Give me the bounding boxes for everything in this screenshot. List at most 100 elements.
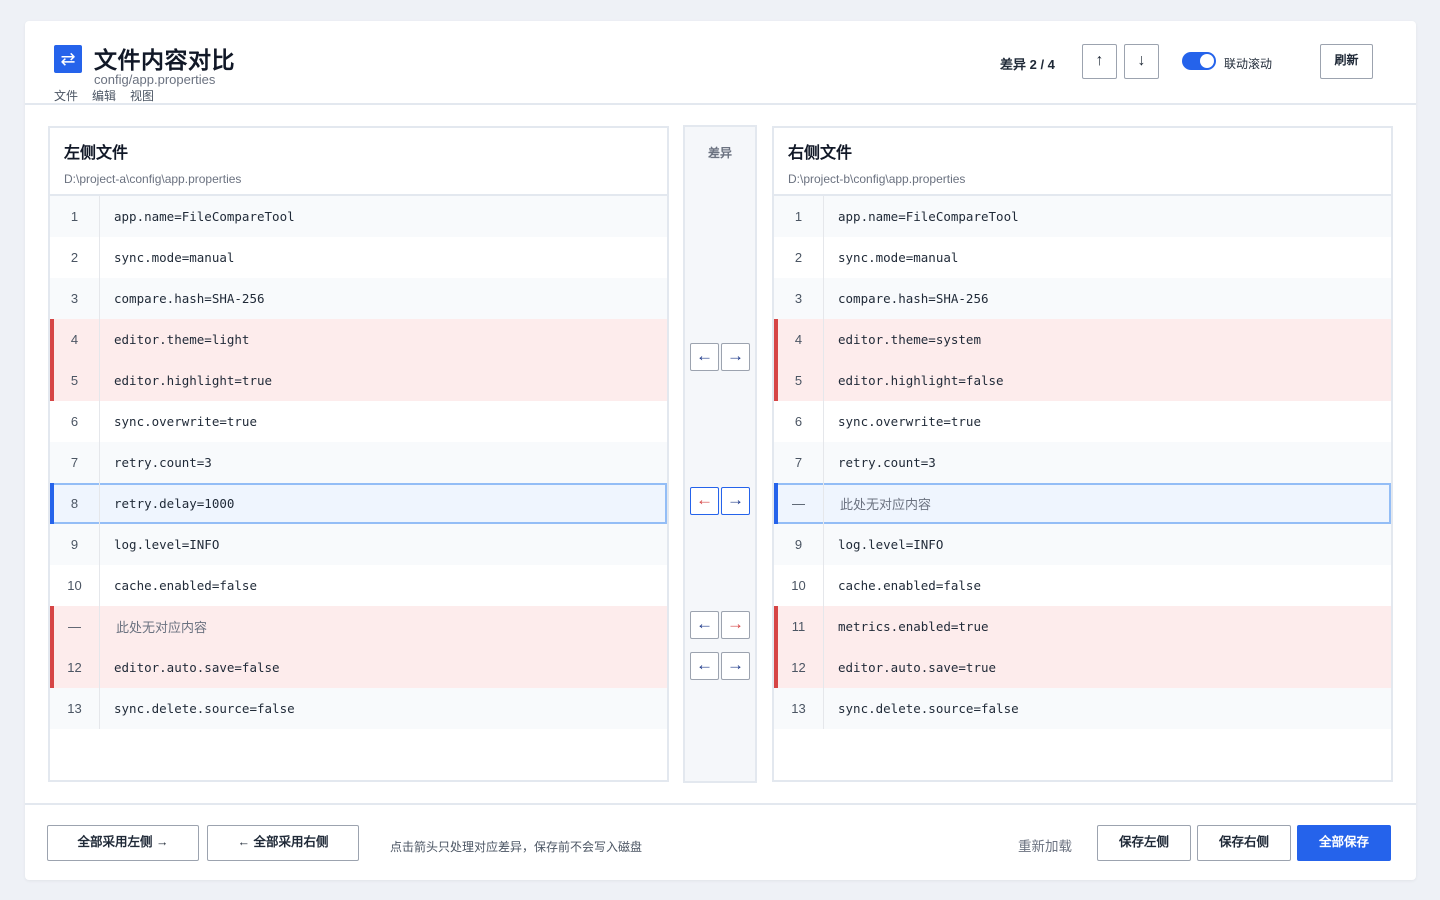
- line-number: 9: [50, 524, 100, 565]
- sync-scroll-label: 联动滚动: [1224, 57, 1273, 71]
- header: ⇄ 文件内容对比 config/app.properties 文件 编辑 视图 …: [25, 21, 1416, 105]
- refresh-button[interactable]: 刷新: [1320, 44, 1373, 79]
- code-line[interactable]: 11 metrics.enabled=true: [774, 606, 1391, 647]
- code-line[interactable]: 6 sync.overwrite=true: [774, 401, 1391, 442]
- code-line[interactable]: 3 compare.hash=SHA-256: [50, 278, 667, 319]
- line-text: sync.delete.source=false: [114, 701, 295, 716]
- line-number: —: [774, 483, 824, 524]
- line-text: editor.highlight=true: [114, 373, 273, 388]
- accept-all-left-button[interactable]: 全部采用左侧 →: [47, 825, 199, 861]
- arrow-right-icon: →: [727, 490, 744, 509]
- menu-item-view[interactable]: 视图: [130, 87, 154, 104]
- line-number: 2: [50, 237, 100, 278]
- line-number: 11: [774, 606, 824, 647]
- line-text: metrics.enabled=true: [838, 619, 989, 634]
- line-text: compare.hash=SHA-256: [114, 291, 265, 306]
- line-number: 5: [50, 360, 100, 401]
- menu-item-file[interactable]: 文件: [54, 87, 78, 104]
- code-line[interactable]: 7 retry.count=3: [50, 442, 667, 483]
- line-text: editor.theme=system: [838, 332, 981, 347]
- line-number: 1: [50, 196, 100, 237]
- hint-text: 点击箭头只处理对应差异，保存前不会写入磁盘: [390, 840, 643, 854]
- apply-right-to-left-button[interactable]: ←: [690, 343, 719, 371]
- page-title: 文件内容对比: [94, 47, 235, 73]
- apply-left-to-right-button[interactable]: →: [721, 343, 750, 371]
- code-line[interactable]: 13 sync.delete.source=false: [50, 688, 667, 729]
- code-line[interactable]: 2 sync.mode=manual: [774, 237, 1391, 278]
- right-file-path: D:\project-b\config\app.properties: [788, 172, 966, 186]
- apply-left-to-right-button[interactable]: →: [721, 611, 750, 639]
- line-text: app.name=FileCompareTool: [838, 209, 1019, 224]
- code-line[interactable]: 5 editor.highlight=false: [774, 360, 1391, 401]
- left-code-lines: 1 app.name=FileCompareTool 2 sync.mode=manu…: [50, 196, 667, 729]
- code-line[interactable]: 1 app.name=FileCompareTool: [774, 196, 1391, 237]
- code-line[interactable]: 4 editor.theme=light: [50, 319, 667, 360]
- accept-all-right-button[interactable]: ← 全部采用右侧: [207, 825, 359, 861]
- left-panel-title: 左侧文件: [64, 145, 129, 162]
- code-line[interactable]: 12 editor.auto.save=true: [774, 647, 1391, 688]
- code-line[interactable]: 9 log.level=INFO: [50, 524, 667, 565]
- line-number: —: [50, 606, 100, 647]
- line-number: 10: [774, 565, 824, 606]
- line-text: retry.count=3: [114, 455, 212, 470]
- save-all-button[interactable]: 全部保存: [1297, 825, 1391, 861]
- code-line[interactable]: 6 sync.overwrite=true: [50, 401, 667, 442]
- apply-right-to-left-button[interactable]: ←: [690, 611, 719, 639]
- line-text: log.level=INFO: [838, 537, 944, 552]
- diff-actions-4: ← →: [690, 652, 750, 680]
- code-line[interactable]: 7 retry.count=3: [774, 442, 1391, 483]
- code-line[interactable]: 3 compare.hash=SHA-256: [774, 278, 1391, 319]
- line-number: 12: [774, 647, 824, 688]
- apply-left-to-right-button[interactable]: →: [721, 487, 750, 515]
- toggle-knob: [1200, 54, 1214, 68]
- code-line[interactable]: 10 cache.enabled=false: [50, 565, 667, 606]
- line-text: editor.auto.save=true: [838, 660, 997, 675]
- code-line[interactable]: — 此处无对应内容: [774, 483, 1391, 524]
- reload-link[interactable]: 重新加载: [1018, 835, 1072, 855]
- diff-actions-3: ← →: [690, 611, 750, 639]
- line-number: 8: [50, 483, 100, 524]
- empty-line-placeholder: 此处无对应内容: [116, 620, 208, 635]
- menu-item-edit[interactable]: 编辑: [92, 87, 116, 104]
- sync-scroll-toggle[interactable]: [1182, 52, 1216, 70]
- save-right-button[interactable]: 保存右侧: [1197, 825, 1291, 861]
- line-number: 7: [50, 442, 100, 483]
- code-line[interactable]: 12 editor.auto.save=false: [50, 647, 667, 688]
- empty-line-placeholder: 此处无对应内容: [840, 497, 932, 512]
- code-line[interactable]: 8 retry.delay=1000: [50, 483, 667, 524]
- code-line[interactable]: 1 app.name=FileCompareTool: [50, 196, 667, 237]
- line-text: cache.enabled=false: [838, 578, 981, 593]
- diff-actions-1: ← →: [690, 343, 750, 371]
- code-line[interactable]: 5 editor.highlight=true: [50, 360, 667, 401]
- apply-right-to-left-button[interactable]: ←: [690, 652, 719, 680]
- code-line[interactable]: 9 log.level=INFO: [774, 524, 1391, 565]
- line-text: sync.mode=manual: [114, 250, 235, 265]
- line-text: sync.mode=manual: [838, 250, 959, 265]
- line-text: retry.count=3: [838, 455, 936, 470]
- save-left-button[interactable]: 保存左侧: [1097, 825, 1191, 861]
- line-text: editor.theme=light: [114, 332, 250, 347]
- menu-bar: 文件 编辑 视图: [54, 87, 154, 104]
- diff-gutter: 差异 ← → ← → ← → ← →: [683, 125, 757, 783]
- line-text: compare.hash=SHA-256: [838, 291, 989, 306]
- line-text: editor.highlight=false: [838, 373, 1004, 388]
- code-line[interactable]: 13 sync.delete.source=false: [774, 688, 1391, 729]
- code-line[interactable]: 4 editor.theme=system: [774, 319, 1391, 360]
- diff-actions-2: ← →: [690, 487, 750, 515]
- apply-right-to-left-button[interactable]: ←: [690, 487, 719, 515]
- prev-diff-button[interactable]: ↑: [1082, 44, 1117, 79]
- line-number: 10: [50, 565, 100, 606]
- code-line[interactable]: — 此处无对应内容: [50, 606, 667, 647]
- line-number: 3: [50, 278, 100, 319]
- next-diff-button[interactable]: ↓: [1124, 44, 1159, 79]
- arrow-left-icon: ←: [696, 655, 713, 674]
- right-panel-title: 右侧文件: [788, 145, 853, 162]
- arrow-right-icon: →: [727, 655, 744, 674]
- line-number: 9: [774, 524, 824, 565]
- left-panel-header: 左侧文件 D:\project-a\config\app.properties: [50, 128, 667, 196]
- apply-left-to-right-button[interactable]: →: [721, 652, 750, 680]
- code-line[interactable]: 2 sync.mode=manual: [50, 237, 667, 278]
- code-line[interactable]: 10 cache.enabled=false: [774, 565, 1391, 606]
- line-number: 12: [50, 647, 100, 688]
- right-panel-header: 右侧文件 D:\project-b\config\app.properties: [774, 128, 1391, 196]
